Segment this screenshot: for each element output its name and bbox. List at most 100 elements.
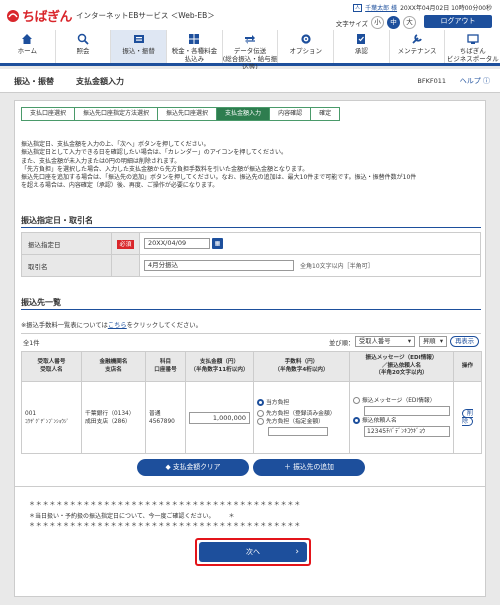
date-warning-tail: ＊ xyxy=(228,513,235,520)
nav-label: データ伝送 (総合振込・給与振込等) xyxy=(222,47,278,71)
logout-button[interactable]: ログアウト xyxy=(424,15,492,28)
search-icon xyxy=(77,33,89,45)
instruction-line: また、支払金額が未入力または0円の明細は削除されます。 xyxy=(21,157,181,165)
main-panel: 支払口座選択 振込先口座指定方法選択 振込先口座選択 支払金額入力 内容確認 確… xyxy=(14,100,486,597)
header-text: 支払金額（円） （半角数字11桁以内） xyxy=(190,359,249,373)
screen-code: BFKF011 xyxy=(417,77,446,85)
radio xyxy=(257,409,264,417)
fee-option-ours[interactable]: 当方負担 xyxy=(257,398,346,407)
text-size-medium-button[interactable]: 中 xyxy=(387,16,400,29)
requester-name-input[interactable]: 12345ﾁﾊﾞﾃﾞﾝｷｺｳｷﾞｮｳ xyxy=(364,426,450,437)
radio-selected xyxy=(353,417,360,424)
sort-key-select[interactable]: 受取人番号 ▾ xyxy=(355,336,415,347)
text-size-small-button[interactable]: 小 xyxy=(371,16,384,29)
col-account: 科目 口座番号 xyxy=(145,351,186,382)
notice-border-top: ＊＊＊＊＊＊＊＊＊＊＊＊＊＊＊＊＊＊＊＊＊＊＊＊＊＊＊＊＊＊＊＊＊＊＊＊＊＊＊＊ xyxy=(29,501,302,508)
col-bank: 金融機関名 支店名 xyxy=(81,351,146,382)
nav-inquiry[interactable]: 照会 xyxy=(54,30,111,63)
header-text: 科目 口座番号 xyxy=(154,359,177,373)
fee-option-label: 先方負担（登録済み金額） xyxy=(266,410,336,417)
date-label: 振込指定日 xyxy=(21,232,112,255)
help-link[interactable]: ヘルプ ⓘ xyxy=(460,76,490,86)
fee-note-suffix: をクリックしてください。 xyxy=(126,322,202,329)
recipient-number: 001 xyxy=(25,410,37,417)
fee-option-registered[interactable]: 先方負担（登録済み金額） xyxy=(257,409,346,418)
header-text: 受取人番号 受取人名 xyxy=(37,359,66,373)
section-title-destinations: 振込先一覧 xyxy=(21,298,61,307)
tax-icon xyxy=(189,34,200,44)
message-input[interactable] xyxy=(364,406,450,416)
section-title-date: 振込指定日・取引名 xyxy=(21,216,93,225)
account-number: 4567890 xyxy=(149,418,175,425)
col-message: 振込メッセージ（EDI情報） ／振込依頼人名 （半角20文字以内） xyxy=(349,351,454,382)
fee-amount-input[interactable] xyxy=(268,426,328,436)
amount-input[interactable]: 1,000,000 xyxy=(189,411,250,424)
next-button[interactable]: 次へ › xyxy=(199,542,307,562)
home-icon xyxy=(22,34,33,44)
nav-business-portal[interactable]: ちばぎん ビジネスポータル xyxy=(444,30,500,63)
divider xyxy=(21,309,481,310)
progress-steps: 支払口座選択 振込先口座指定方法選択 振込先口座選択 支払金額入力 内容確認 確… xyxy=(21,107,341,121)
destination-table: 受取人番号 受取人名 金融機関名 支店名 科目 口座番号 支払金額（円） （半角… xyxy=(21,351,482,454)
sort-order-select[interactable]: 昇順 ▾ xyxy=(419,336,447,347)
nav-approval[interactable]: 承認 xyxy=(333,30,389,63)
nav-option[interactable]: オプション xyxy=(277,30,333,63)
transaction-name-note: 全角10文字以内［半角可］ xyxy=(300,262,374,270)
clear-amount-label: 支払金額クリア xyxy=(172,463,221,471)
sort-key-value: 受取人番号 xyxy=(359,338,391,345)
text-size-control: 文字サイズ 小 中 大 xyxy=(336,16,416,29)
fee-list-link[interactable]: こちら xyxy=(108,322,127,329)
transaction-name-input[interactable]: 4月分振込 xyxy=(144,260,294,271)
calendar-icon[interactable]: ▦ xyxy=(212,238,223,249)
nav-label: ホーム xyxy=(17,47,37,55)
nav-tax-payment[interactable]: 税金・各種料金 払込み xyxy=(166,30,222,63)
col-recipient: 受取人番号 受取人名 xyxy=(21,351,82,382)
header-text: 金融機関名 支店名 xyxy=(99,359,128,373)
divider xyxy=(15,486,485,487)
reshow-button[interactable]: 再表示 xyxy=(450,336,479,347)
next-label: 次へ xyxy=(246,548,260,556)
nav-home[interactable]: ホーム xyxy=(0,30,55,63)
nav-label: 振込・振替 xyxy=(122,47,155,55)
fee-option-label: 当方負担 xyxy=(266,399,290,406)
fee-option-specified[interactable]: 先方負担（指定金額） xyxy=(257,417,346,426)
clear-amount-button[interactable]: ◆ 支払金額クリア xyxy=(137,459,249,476)
nav-transfer[interactable]: 振込・振替 xyxy=(110,30,167,63)
list-toolbar: 全1件 並び順： 受取人番号 ▾ 昇順 ▾ 再表示 xyxy=(21,333,481,349)
add-destination-button[interactable]: ＋ 振込先の追加 xyxy=(253,459,365,476)
nav-maintenance[interactable]: メンテナンス xyxy=(388,30,445,63)
logo[interactable]: ちばぎん インターネットEBサービス ＜Web-EB＞ xyxy=(6,6,215,25)
fee-option-label: 先方負担（指定金額） xyxy=(266,418,324,425)
message-option-label: 振込メッセージ（EDI情報） xyxy=(362,398,436,404)
message-option[interactable]: 振込メッセージ（EDI情報） xyxy=(353,397,450,405)
text-size-large-button[interactable]: 大 xyxy=(403,16,416,29)
nav-label: ちばぎん ビジネスポータル xyxy=(446,47,499,63)
radio xyxy=(257,417,264,425)
radio-selected xyxy=(257,398,264,406)
next-button-highlight: 次へ › xyxy=(195,538,311,566)
header: ちばぎん インターネットEBサービス ＜Web-EB＞ 人 千葉太郎 様 20X… xyxy=(0,0,500,30)
header-text: 操作 xyxy=(461,362,474,369)
table-row: 001 ｺｳｻﾞｸﾞﾁﾞﾝﾌﾞﾝｼｮｳｼﾞ 千葉銀行（0134） 成田支店（28… xyxy=(21,381,482,454)
header-text: 振込メッセージ（EDI情報） ／振込依頼人名 （半角20文字以内） xyxy=(365,355,438,377)
user-name[interactable]: 千葉太郎 様 xyxy=(365,3,397,12)
transaction-name-label: 取引名 xyxy=(21,254,112,277)
delete-button[interactable]: 削除 xyxy=(461,408,473,426)
eraser-icon: ◆ xyxy=(165,463,171,471)
instruction-line: を超える場合は、内容確定（承認）後、再度、ご操作が必要になります。 xyxy=(21,182,219,190)
requester-option[interactable]: 振込依頼人名 xyxy=(353,417,450,425)
step-destination-account: 振込先口座選択 xyxy=(157,107,217,121)
radio xyxy=(353,397,360,404)
sort-label: 並び順： xyxy=(329,340,355,347)
user-icon: 人 xyxy=(353,3,363,12)
transfer-date-input[interactable]: 20XX/04/09 xyxy=(144,238,210,249)
header-text: 手数料（円） （半角数字4桁以内） xyxy=(274,359,329,373)
nav-label: メンテナンス xyxy=(397,47,437,55)
nav-data-transmission[interactable]: データ伝送 (総合振込・給与振込等) xyxy=(221,30,278,71)
chevron-down-icon: ▾ xyxy=(407,338,411,345)
bank-name: 千葉銀行（0134） xyxy=(85,410,135,417)
logo-text: ちばぎん xyxy=(22,10,73,25)
gear-icon xyxy=(301,34,311,44)
divider xyxy=(21,227,481,228)
page-category: 振込・振替 xyxy=(14,77,54,86)
